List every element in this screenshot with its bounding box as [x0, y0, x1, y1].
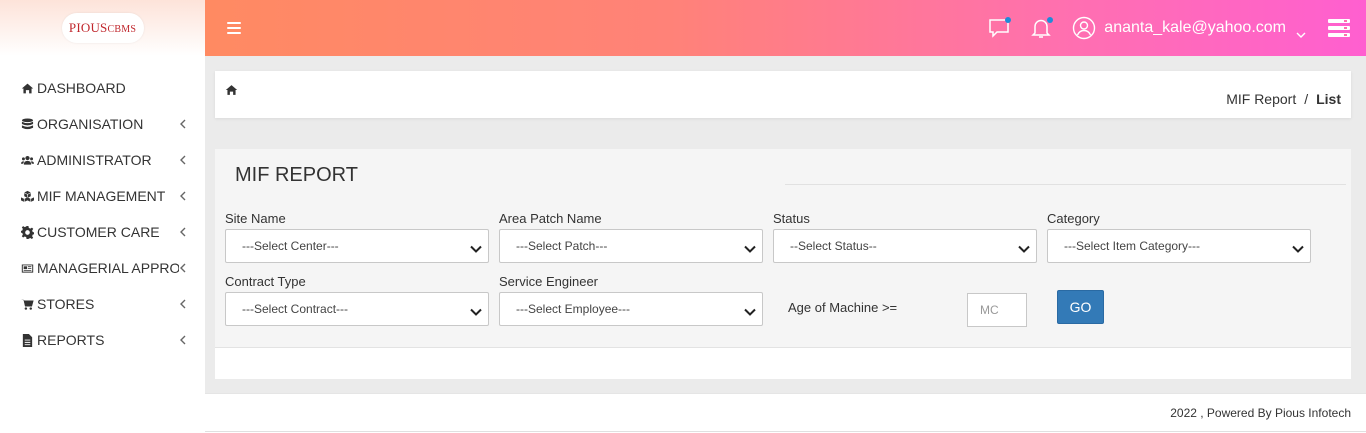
user-menu[interactable]: ananta_kale@yahoo.com — [1072, 16, 1306, 40]
sidebar-item-mif-management[interactable]: MIF MANAGEMENT — [0, 178, 205, 214]
area-patch-label: Area Patch Name — [499, 211, 602, 226]
top-right-controls: ananta_kale@yahoo.com — [986, 0, 1366, 56]
footer-text: 2022 , Powered By Pious Infotech — [1170, 406, 1351, 420]
user-email: ananta_kale@yahoo.com — [1104, 19, 1286, 36]
service-engineer-label: Service Engineer — [499, 274, 598, 289]
sidebar-item-administrator[interactable]: ADMINISTRATOR — [0, 142, 205, 178]
status-select[interactable]: --Select Status-- — [773, 229, 1037, 263]
chevron-down-icon — [470, 305, 482, 316]
breadcrumb-current: List — [1316, 91, 1341, 107]
breadcrumb-card: MIF Report / List — [215, 71, 1351, 118]
sidebar-item-managerial-approval[interactable]: MANAGERIAL APPRO.. — [0, 250, 205, 286]
sidebar-item-label: CUSTOMER CARE — [37, 224, 160, 240]
footer: 2022 , Powered By Pious Infotech — [205, 393, 1366, 433]
category-field: Category ---Select Item Category--- — [1047, 211, 1311, 263]
site-name-field: Site Name ---Select Center--- — [225, 211, 489, 263]
brand-logo[interactable]: PIOUSCBMS — [61, 13, 144, 43]
logo-area: PIOUSCBMS — [0, 0, 205, 56]
category-value: ---Select Item Category--- — [1064, 239, 1201, 253]
bell-icon[interactable] — [1028, 15, 1054, 41]
sidebar-item-label: STORES — [37, 296, 95, 312]
breadcrumb-separator: / — [1304, 91, 1309, 107]
footer-divider — [205, 431, 1366, 432]
service-engineer-select[interactable]: ---Select Employee--- — [499, 292, 763, 326]
logo-text: PIOUSCBMS — [68, 20, 137, 35]
age-of-machine-label: Age of Machine >= — [788, 300, 898, 315]
home-icon — [20, 81, 34, 95]
breadcrumb: MIF Report / List — [1226, 91, 1341, 107]
options-menu-icon[interactable] — [1328, 19, 1350, 37]
area-patch-select[interactable]: ---Select Patch--- — [499, 229, 763, 263]
sidebar-item-label: ADMINISTRATOR — [37, 152, 152, 168]
top-navbar: ananta_kale@yahoo.com — [205, 0, 1366, 56]
contract-type-field: Contract Type ---Select Contract--- — [225, 274, 489, 326]
mif-report-panel: MIF REPORT Site Name ---Select Center---… — [215, 149, 1351, 379]
chevron-down-icon — [1018, 242, 1030, 253]
home-icon[interactable] — [225, 84, 239, 98]
chevron-down-icon — [744, 242, 756, 253]
menu-toggle-icon[interactable] — [227, 22, 241, 34]
filter-area: MIF REPORT Site Name ---Select Center---… — [215, 149, 1351, 348]
area-patch-value: ---Select Patch--- — [516, 239, 608, 253]
chevron-left-icon — [179, 119, 187, 129]
chevron-down-icon — [1296, 25, 1306, 38]
chevron-down-icon — [470, 242, 482, 253]
chevron-left-icon — [179, 263, 187, 273]
page-title: MIF REPORT — [235, 164, 358, 186]
chevron-left-icon — [179, 227, 187, 237]
title-divider — [785, 184, 1346, 185]
users-icon — [20, 153, 34, 167]
status-label: Status — [773, 211, 810, 226]
contract-type-select[interactable]: ---Select Contract--- — [225, 292, 489, 326]
breadcrumb-parent[interactable]: MIF Report — [1226, 91, 1296, 107]
user-avatar-icon — [1073, 16, 1096, 40]
sidebar-item-organisation[interactable]: ORGANISATION — [0, 106, 205, 142]
service-engineer-field: Service Engineer ---Select Employee--- — [499, 274, 763, 326]
site-name-label: Site Name — [225, 211, 286, 226]
sidebar-item-reports[interactable]: REPORTS — [0, 322, 205, 358]
sidebar: PIOUSCBMS DASHBOARD ORGANISATION ADMINIS… — [0, 0, 205, 433]
status-value: --Select Status-- — [790, 239, 877, 253]
contract-type-value: ---Select Contract--- — [242, 302, 349, 316]
category-select[interactable]: ---Select Item Category--- — [1047, 229, 1311, 263]
category-label: Category — [1047, 211, 1100, 226]
gear-icon — [20, 225, 34, 239]
sidebar-item-stores[interactable]: STORES — [0, 286, 205, 322]
chevron-down-icon — [1292, 242, 1304, 253]
contract-type-label: Contract Type — [225, 274, 306, 289]
sidebar-item-dashboard[interactable]: DASHBOARD — [0, 70, 205, 106]
database-icon — [20, 117, 34, 131]
chevron-left-icon — [179, 335, 187, 345]
chevron-left-icon — [179, 299, 187, 309]
cubes-icon — [20, 189, 34, 203]
sidebar-item-label: MANAGERIAL APPRO.. — [37, 260, 179, 276]
sidebar-item-label: DASHBOARD — [37, 80, 126, 96]
file-icon — [20, 333, 34, 347]
age-of-machine-input[interactable] — [967, 293, 1027, 327]
chevron-left-icon — [179, 191, 187, 201]
sidebar-item-label: MIF MANAGEMENT — [37, 188, 166, 204]
site-name-value: ---Select Center--- — [242, 239, 339, 253]
site-name-select[interactable]: ---Select Center--- — [225, 229, 489, 263]
status-field: Status --Select Status-- — [773, 211, 1037, 263]
sidebar-item-label: REPORTS — [37, 332, 105, 348]
area-patch-field: Area Patch Name ---Select Patch--- — [499, 211, 763, 263]
messages-icon[interactable] — [986, 15, 1012, 41]
sidebar-item-label: ORGANISATION — [37, 116, 144, 132]
chevron-left-icon — [179, 155, 187, 165]
go-button[interactable]: GO — [1057, 290, 1104, 324]
sidebar-item-customer-care[interactable]: CUSTOMER CARE — [0, 214, 205, 250]
cart-icon — [20, 297, 34, 311]
sidebar-nav: DASHBOARD ORGANISATION ADMINISTRATOR MIF… — [0, 70, 205, 358]
newspaper-icon — [20, 261, 34, 275]
service-engineer-value: ---Select Employee--- — [516, 302, 631, 316]
chevron-down-icon — [744, 305, 756, 316]
